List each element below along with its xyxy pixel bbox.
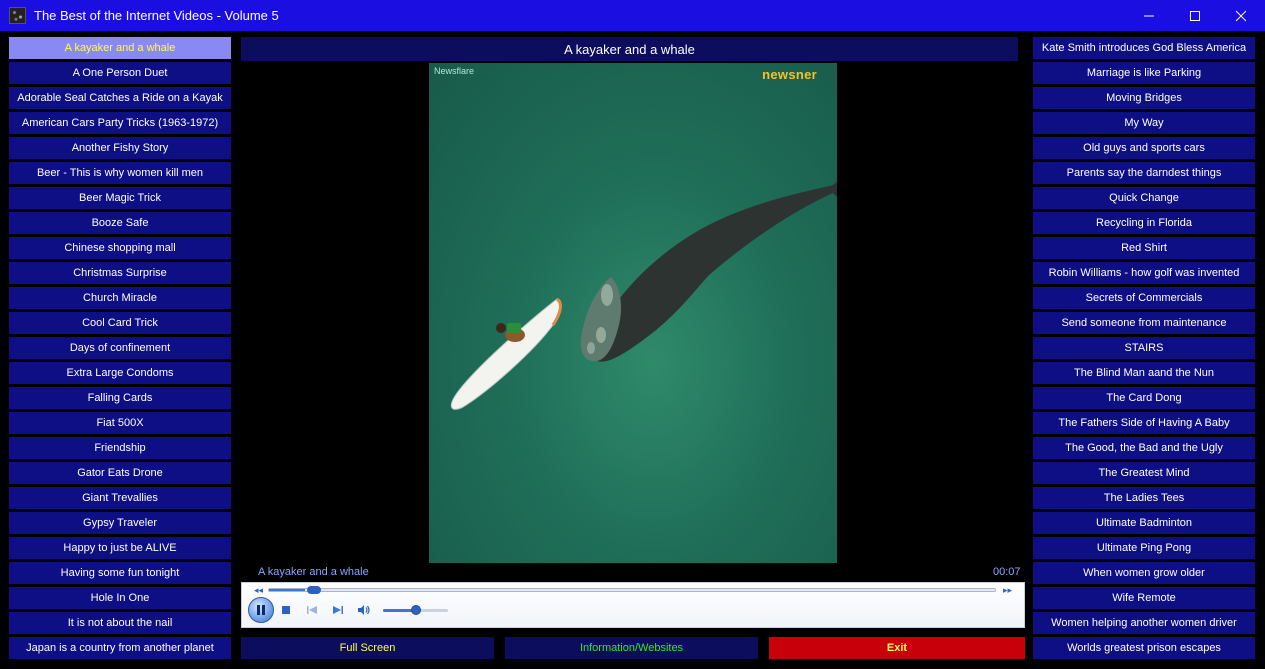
video-list-item[interactable]: Red Shirt bbox=[1033, 237, 1255, 259]
video-display[interactable]: Newsflare newsner bbox=[429, 63, 837, 563]
video-list-item[interactable]: Marriage is like Parking bbox=[1033, 62, 1255, 84]
video-list-item[interactable]: Fiat 500X bbox=[9, 412, 231, 434]
app-client-area: A kayaker and a whale A One Person Duet Ad… bbox=[0, 31, 1265, 669]
window-title: The Best of the Internet Videos - Volume… bbox=[34, 8, 279, 23]
video-list-item[interactable]: A One Person Duet bbox=[9, 62, 231, 84]
video-list-item[interactable]: My Way bbox=[1033, 112, 1255, 134]
volume-slider-thumb[interactable] bbox=[410, 605, 421, 615]
video-list-item[interactable]: Recycling in Florida bbox=[1033, 212, 1255, 234]
next-icon bbox=[333, 606, 343, 614]
app-icon bbox=[9, 7, 26, 24]
video-list-item[interactable]: The Blind Man aand the Nun bbox=[1033, 362, 1255, 384]
video-list-item[interactable]: Church Miracle bbox=[9, 287, 231, 309]
video-frame-image bbox=[450, 181, 837, 410]
seek-bar-thumb[interactable] bbox=[307, 586, 322, 594]
minimize-icon bbox=[1144, 15, 1154, 16]
video-list-item[interactable]: Extra Large Condoms bbox=[9, 362, 231, 384]
video-list-item[interactable]: Adorable Seal Catches a Ride on a Kayak bbox=[9, 87, 231, 109]
video-list-item[interactable]: The Ladies Tees bbox=[1033, 487, 1255, 509]
video-list-item[interactable]: Having some fun tonight bbox=[9, 562, 231, 584]
video-list-item[interactable]: Ultimate Badminton bbox=[1033, 512, 1255, 534]
video-list-item[interactable]: Christmas Surprise bbox=[9, 262, 231, 284]
video-list-item[interactable]: Robin Williams - how golf was invented bbox=[1033, 262, 1255, 284]
video-list-left: A kayaker and a whale A One Person Duet Ad… bbox=[9, 37, 231, 662]
speaker-icon bbox=[358, 605, 370, 615]
video-list-item[interactable]: The Card Dong bbox=[1033, 387, 1255, 409]
video-list-item[interactable]: Falling Cards bbox=[9, 387, 231, 409]
video-list-item[interactable]: Quick Change bbox=[1033, 187, 1255, 209]
previous-button[interactable] bbox=[305, 603, 319, 617]
title-bar: The Best of the Internet Videos - Volume… bbox=[0, 0, 1265, 31]
video-list-item[interactable]: Worlds greatest prison escapes bbox=[1033, 637, 1255, 659]
previous-icon bbox=[307, 606, 317, 614]
video-list-item[interactable]: Gator Eats Drone bbox=[9, 462, 231, 484]
now-playing-label: A kayaker and a whale bbox=[258, 566, 369, 578]
exit-button[interactable]: Exit bbox=[769, 637, 1025, 659]
fast-forward-icon[interactable]: ▸▸ bbox=[1003, 585, 1012, 596]
video-list-item[interactable]: Happy to just be ALIVE bbox=[9, 537, 231, 559]
video-list-item[interactable]: When women grow older bbox=[1033, 562, 1255, 584]
video-list-item[interactable]: Cool Card Trick bbox=[9, 312, 231, 334]
rewind-icon[interactable]: ◂◂ bbox=[254, 585, 263, 596]
video-list-item[interactable]: Gypsy Traveler bbox=[9, 512, 231, 534]
pause-button[interactable] bbox=[248, 597, 274, 623]
video-list-item[interactable]: Booze Safe bbox=[9, 212, 231, 234]
watermark-right: newsner bbox=[762, 67, 817, 82]
maximize-icon bbox=[1190, 10, 1200, 21]
stop-icon bbox=[282, 606, 290, 614]
video-list-item[interactable]: It is not about the nail bbox=[9, 612, 231, 634]
video-list-item[interactable]: Beer Magic Trick bbox=[9, 187, 231, 209]
volume-slider[interactable] bbox=[383, 605, 448, 615]
video-list-item[interactable]: Beer - This is why women kill men bbox=[9, 162, 231, 184]
information-websites-button[interactable]: Information/Websites bbox=[505, 637, 758, 659]
video-list-item[interactable]: Chinese shopping mall bbox=[9, 237, 231, 259]
video-list-item[interactable]: Secrets of Commercials bbox=[1033, 287, 1255, 309]
video-list-item[interactable]: Women helping another women driver bbox=[1033, 612, 1255, 634]
video-list-item[interactable]: Wife Remote bbox=[1033, 587, 1255, 609]
media-player-controls: ◂◂ ▸▸ bbox=[241, 582, 1025, 628]
pause-icon bbox=[257, 605, 265, 615]
close-icon bbox=[1235, 10, 1247, 21]
close-button[interactable] bbox=[1218, 0, 1264, 31]
video-list-item[interactable]: The Good, the Bad and the Ugly bbox=[1033, 437, 1255, 459]
video-list-item[interactable]: Friendship bbox=[9, 437, 231, 459]
seek-bar-fill bbox=[269, 589, 306, 591]
video-list-item[interactable]: Days of confinement bbox=[9, 337, 231, 359]
video-list-item[interactable]: Old guys and sports cars bbox=[1033, 137, 1255, 159]
mute-button[interactable] bbox=[357, 603, 371, 617]
video-list-item[interactable]: STAIRS bbox=[1033, 337, 1255, 359]
video-list-item[interactable]: The Greatest Mind bbox=[1033, 462, 1255, 484]
video-list-item[interactable]: Giant Trevallies bbox=[9, 487, 231, 509]
minimize-button[interactable] bbox=[1126, 0, 1172, 31]
watermark-left: Newsflare bbox=[434, 66, 475, 76]
video-title-header: A kayaker and a whale bbox=[241, 37, 1018, 61]
video-list-item[interactable]: Hole In One bbox=[9, 587, 231, 609]
next-button[interactable] bbox=[331, 603, 345, 617]
video-list-right: Kate Smith introduces God Bless America M… bbox=[1033, 37, 1255, 662]
video-list-item[interactable]: Parents say the darndest things bbox=[1033, 162, 1255, 184]
maximize-button[interactable] bbox=[1172, 0, 1218, 31]
video-list-item[interactable]: The Fathers Side of Having A Baby bbox=[1033, 412, 1255, 434]
full-screen-button[interactable]: Full Screen bbox=[241, 637, 494, 659]
video-list-item[interactable]: Another Fishy Story bbox=[9, 137, 231, 159]
stop-button[interactable] bbox=[279, 603, 293, 617]
video-list-item[interactable]: Send someone from maintenance bbox=[1033, 312, 1255, 334]
video-list-item[interactable]: Japan is a country from another planet bbox=[9, 637, 231, 659]
time-display: 00:07 bbox=[993, 566, 1021, 578]
video-list-item[interactable]: Moving Bridges bbox=[1033, 87, 1255, 109]
video-list-item[interactable]: A kayaker and a whale bbox=[9, 37, 231, 59]
video-list-item[interactable]: American Cars Party Tricks (1963-1972) bbox=[9, 112, 231, 134]
video-list-item[interactable]: Ultimate Ping Pong bbox=[1033, 537, 1255, 559]
video-list-item[interactable]: Kate Smith introduces God Bless America bbox=[1033, 37, 1255, 59]
seek-bar[interactable] bbox=[268, 586, 996, 594]
